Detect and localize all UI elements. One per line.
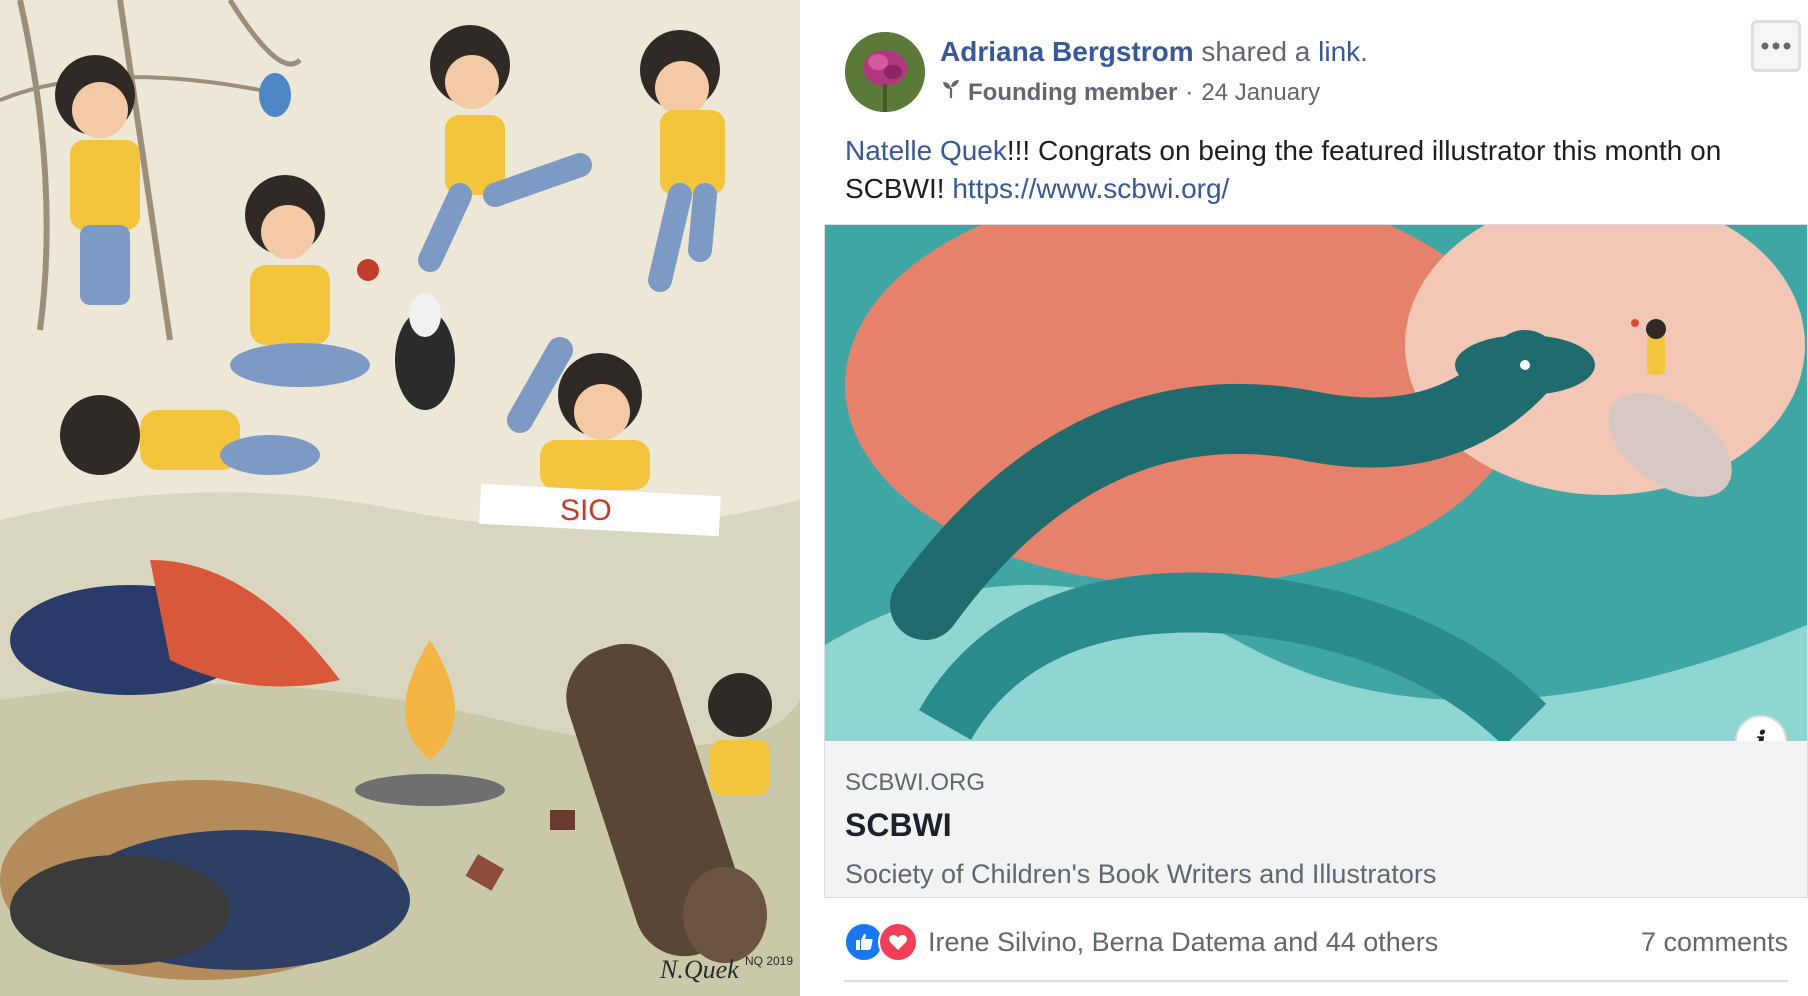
post-message: Natelle Quek!!! Congrats on being the fe…: [845, 132, 1785, 208]
link-preview-meta[interactable]: SCBWI.ORG SCBWI Society of Children's Bo…: [825, 741, 1807, 897]
author-avatar[interactable]: [845, 32, 925, 112]
author-name[interactable]: Adriana Bergstrom: [940, 36, 1194, 67]
footer-divider: [844, 980, 1788, 982]
signature-year: NQ 2019: [745, 954, 793, 968]
ellipsis-icon: [1761, 37, 1791, 55]
love-icon: [878, 922, 918, 962]
member-badge: Founding member: [968, 78, 1178, 106]
header-period: .: [1360, 36, 1368, 67]
shared-text: shared a: [1201, 36, 1311, 67]
reaction-names[interactable]: Irene Silvino, Berna Datema and 44 other…: [928, 927, 1438, 958]
character-illustration: SIO N.Quek NQ 2019: [0, 0, 800, 996]
post-header: Adriana Bergstrom shared a link.: [940, 36, 1368, 68]
sprout-icon: [940, 78, 962, 107]
link-preview[interactable]: i SCBWI.ORG SCBWI Society of Children's …: [824, 224, 1808, 898]
link-title[interactable]: SCBWI: [845, 807, 952, 844]
link-description: Society of Children's Book Writers and I…: [845, 859, 1437, 889]
artist-signature: N.Quek: [659, 955, 739, 984]
reactions-bar: Irene Silvino, Berna Datema and 44 other…: [844, 920, 1788, 964]
shared-link-word[interactable]: link: [1318, 36, 1360, 67]
comments-count[interactable]: 7 comments: [1641, 927, 1788, 958]
post-card: Adriana Bergstrom shared a link. Foundin…: [824, 0, 1808, 996]
post-date[interactable]: 24 January: [1201, 79, 1320, 107]
mention-link[interactable]: Natelle Quek: [845, 135, 1007, 166]
meta-separator: ·: [1185, 78, 1194, 106]
drawing-word: SIO: [560, 494, 612, 527]
more-options-button[interactable]: [1751, 20, 1801, 72]
link-preview-image[interactable]: [825, 225, 1807, 741]
reaction-icons[interactable]: [844, 922, 918, 962]
link-domain: SCBWI.ORG: [845, 769, 986, 796]
message-url[interactable]: https://www.scbwi.org/: [952, 173, 1229, 204]
post-meta: Founding member · 24 January: [940, 78, 1320, 107]
